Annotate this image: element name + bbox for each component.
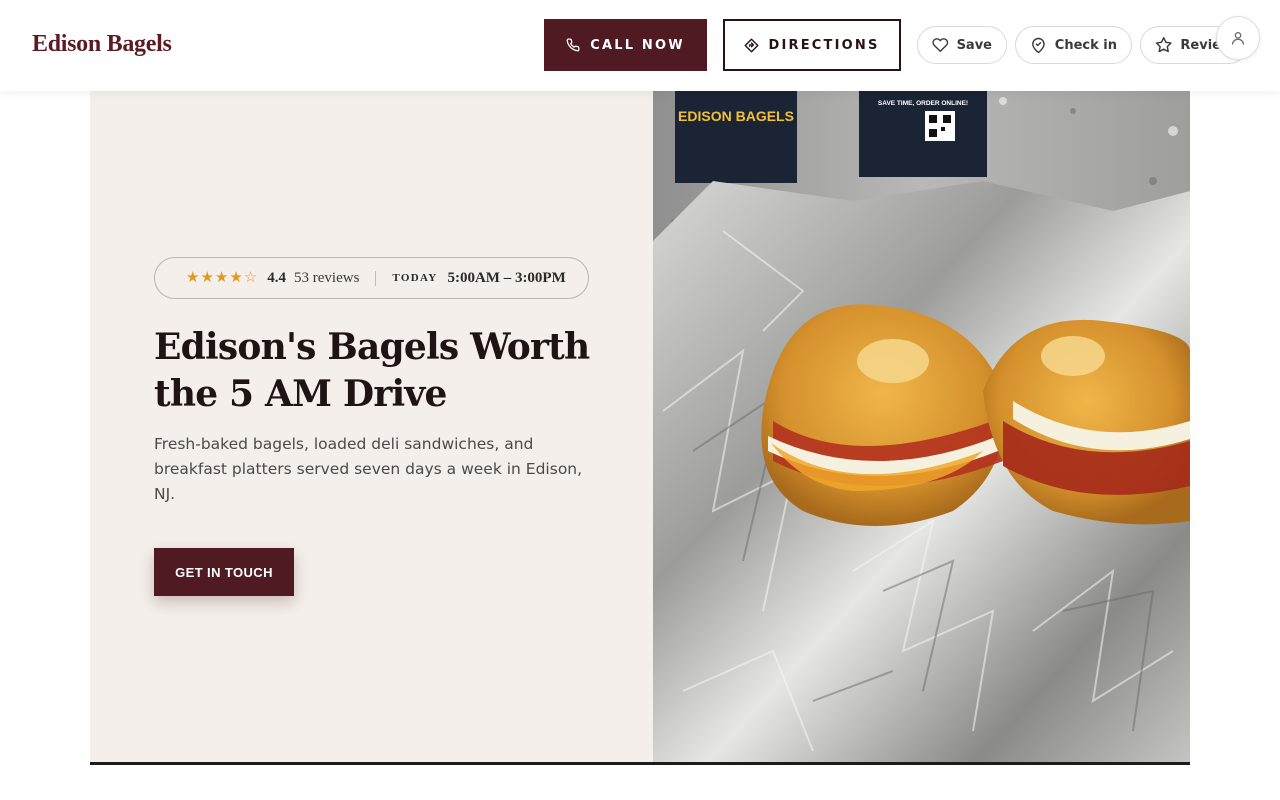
user-icon: [1232, 32, 1244, 45]
star-half-icon: ☆: [243, 269, 258, 286]
rating-value: 4.4: [267, 269, 287, 286]
directions-icon: [745, 38, 759, 52]
brand-logo[interactable]: Edison Bagels: [32, 31, 172, 58]
check-in-button[interactable]: Check in: [1015, 26, 1132, 64]
star-rating: ★ ★ ★ ★ ☆: [186, 269, 258, 286]
save-button[interactable]: Save: [917, 26, 1007, 64]
opening-hours: 5:00AM – 3:00PM: [447, 269, 566, 286]
today-label: TODAY: [392, 272, 438, 284]
location-pin-icon: [1032, 37, 1045, 53]
hero-title: Edison's Bagels Worth the 5 AM Drive: [154, 326, 590, 415]
hero-panel: [90, 91, 653, 762]
phone-icon: [566, 38, 580, 52]
bagel-sandwich-photo: EDISON BAGELS SAVE TIME, ORDER ONLINE!: [653, 91, 1190, 762]
directions-label: DIRECTIONS: [768, 37, 880, 53]
review-count[interactable]: 53 reviews: [294, 270, 359, 287]
save-label: Save: [956, 37, 992, 53]
rating-hours-bar: ★ ★ ★ ★ ☆ 4.4 53 reviews TODAY 5:00AM – …: [154, 257, 589, 299]
check-in-label: Check in: [1054, 37, 1117, 53]
box-tagline-text: SAVE TIME, ORDER ONLINE!: [878, 100, 968, 107]
site-header: Edison Bagels CALL NOW DIRECTIONS Save C…: [0, 0, 1280, 91]
hero-description: Fresh-baked bagels, loaded deli sandwich…: [154, 435, 583, 503]
hero-divider: [90, 762, 1190, 765]
divider: [375, 270, 377, 286]
box-logo-text: EDISON BAGELS: [678, 108, 794, 124]
hero-photo: EDISON BAGELS SAVE TIME, ORDER ONLINE!: [653, 91, 1190, 762]
call-now-button[interactable]: CALL NOW: [544, 19, 707, 71]
call-now-label: CALL NOW: [590, 37, 685, 53]
heart-icon: [932, 38, 949, 52]
star-full-icon: ★: [229, 269, 243, 286]
star-full-icon: ★: [186, 269, 200, 286]
directions-button[interactable]: DIRECTIONS: [723, 19, 901, 71]
get-in-touch-button[interactable]: GET IN TOUCH: [154, 548, 294, 596]
star-icon: [1155, 37, 1172, 53]
account-button[interactable]: [1216, 16, 1260, 60]
star-full-icon: ★: [214, 269, 229, 286]
star-full-icon: ★: [200, 269, 214, 286]
